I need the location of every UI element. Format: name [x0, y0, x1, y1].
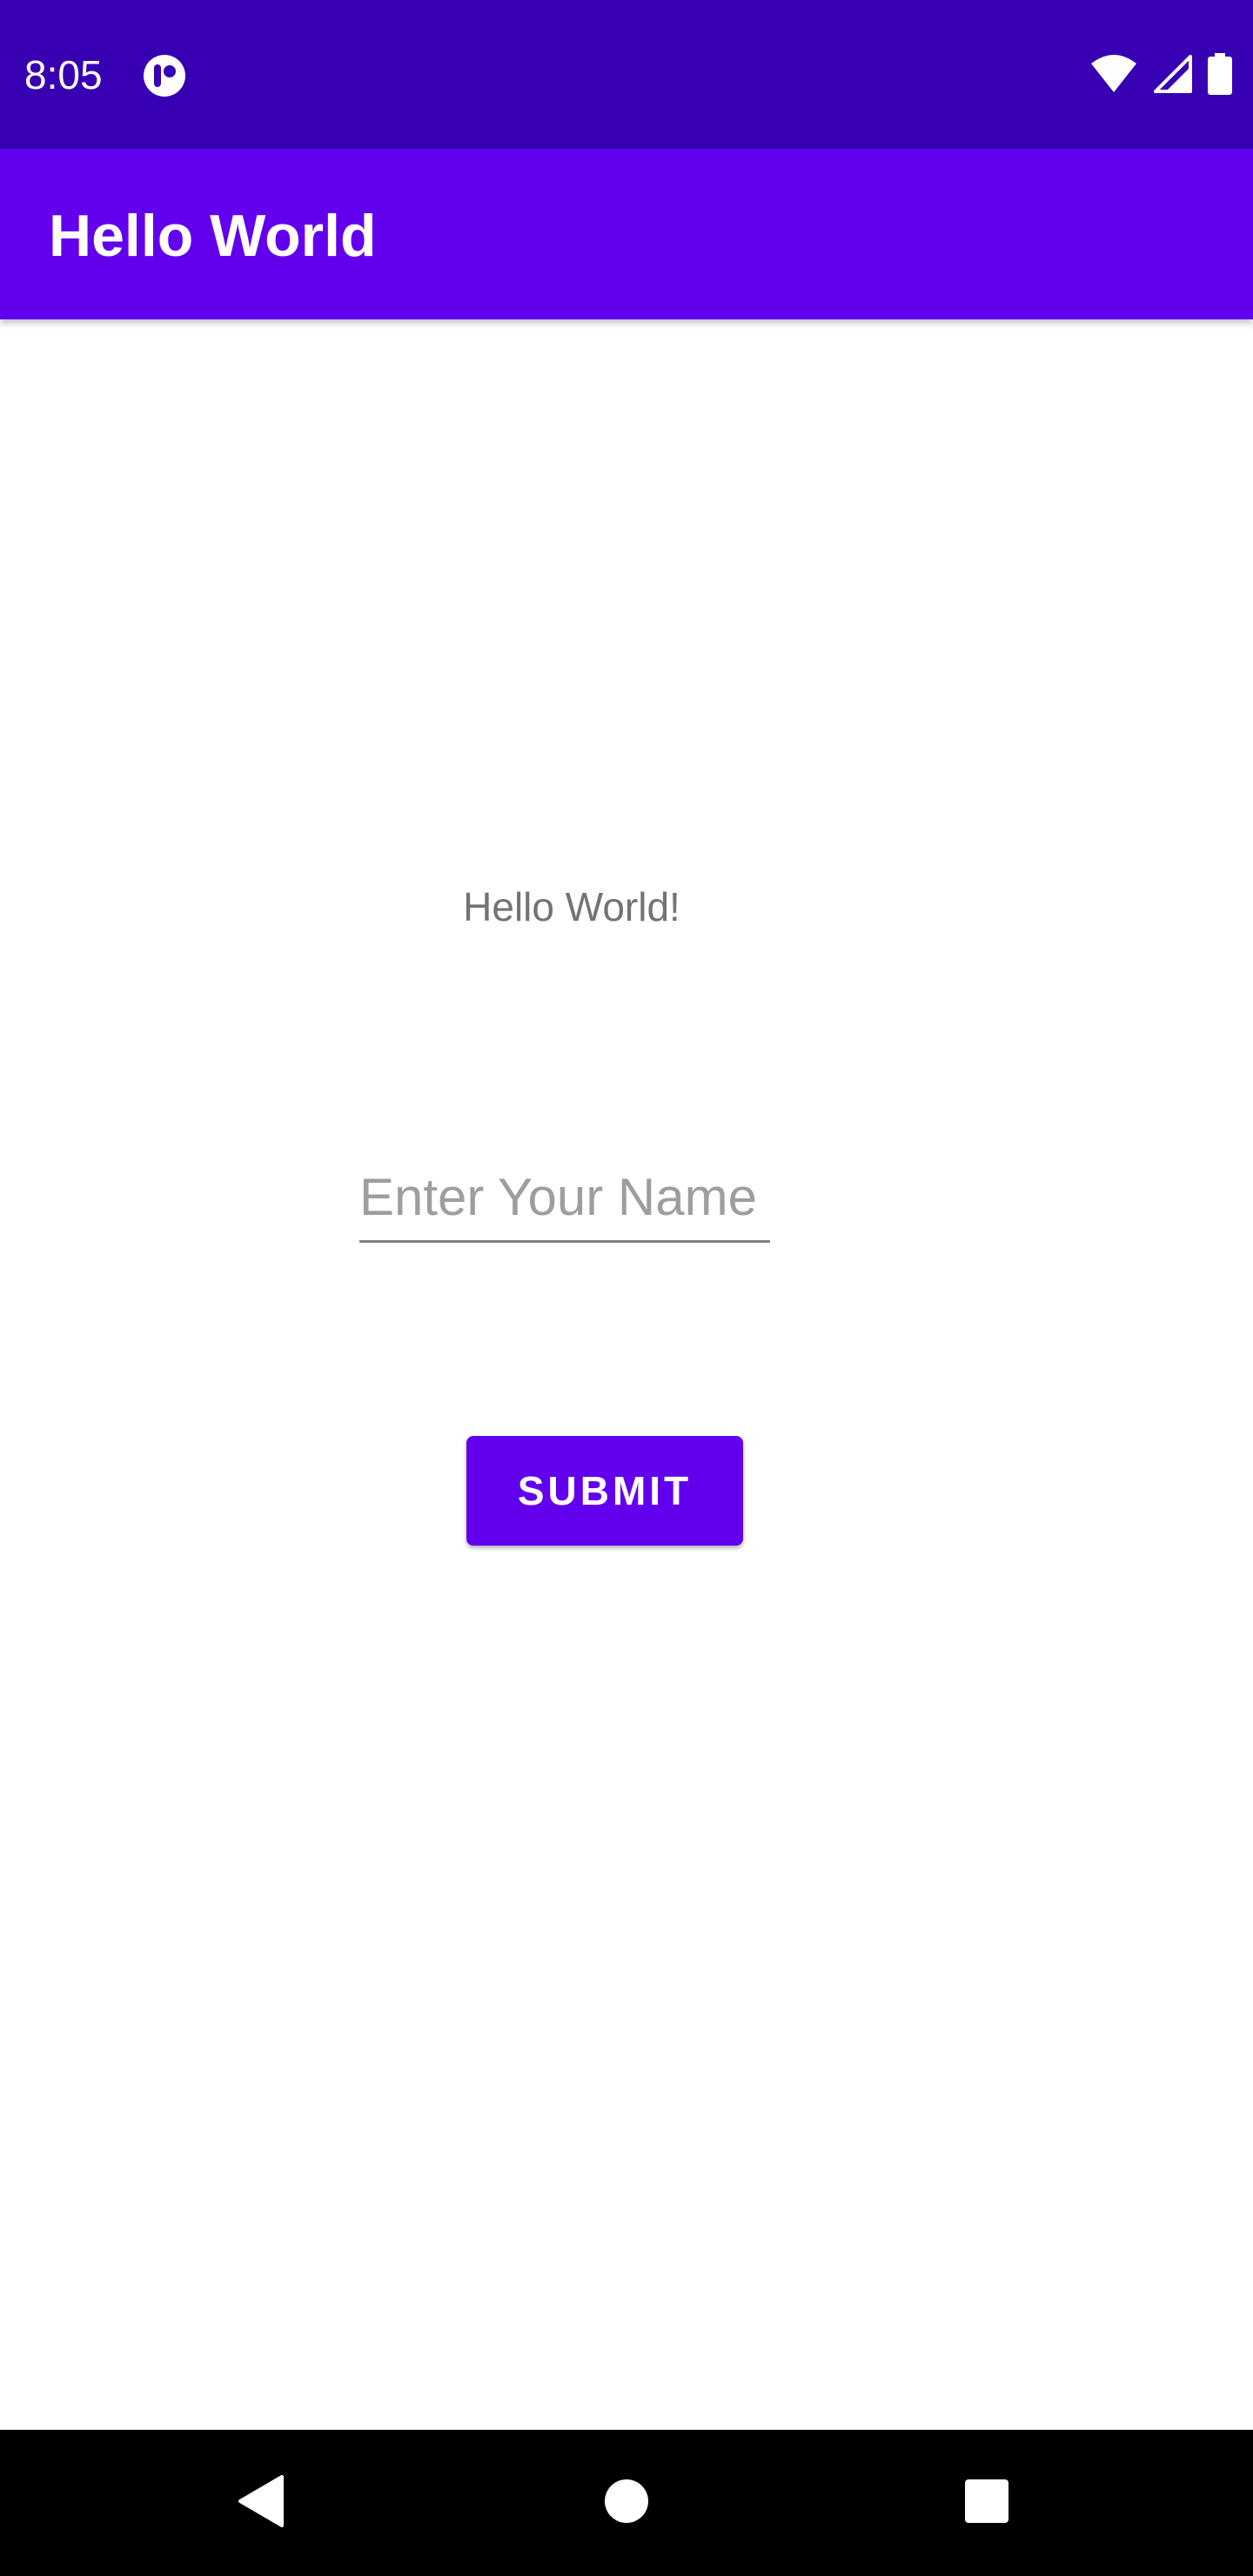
- app-title: Hello World: [49, 203, 377, 269]
- main-content: Hello World! SUBMIT: [0, 319, 1253, 2430]
- cell-signal-icon: [1154, 54, 1192, 97]
- home-icon: [604, 2479, 649, 2528]
- status-bar: 8:05: [0, 0, 1253, 149]
- submit-button[interactable]: SUBMIT: [466, 1436, 743, 1546]
- back-button[interactable]: [218, 2459, 305, 2546]
- status-icons: [1089, 52, 1232, 99]
- app-bar: Hello World: [0, 149, 1253, 319]
- back-icon: [235, 2473, 287, 2533]
- navigation-bar: [0, 2430, 1253, 2576]
- notification-app-icon: [143, 54, 186, 97]
- status-time: 8:05: [24, 52, 103, 97]
- wifi-icon: [1089, 54, 1138, 97]
- recents-icon: [964, 2479, 1009, 2528]
- recents-button[interactable]: [943, 2459, 1030, 2546]
- name-field: [359, 1159, 770, 1246]
- greeting-text: Hello World!: [463, 884, 680, 929]
- battery-icon: [1208, 52, 1232, 99]
- home-button[interactable]: [583, 2459, 670, 2546]
- name-input[interactable]: [359, 1159, 770, 1243]
